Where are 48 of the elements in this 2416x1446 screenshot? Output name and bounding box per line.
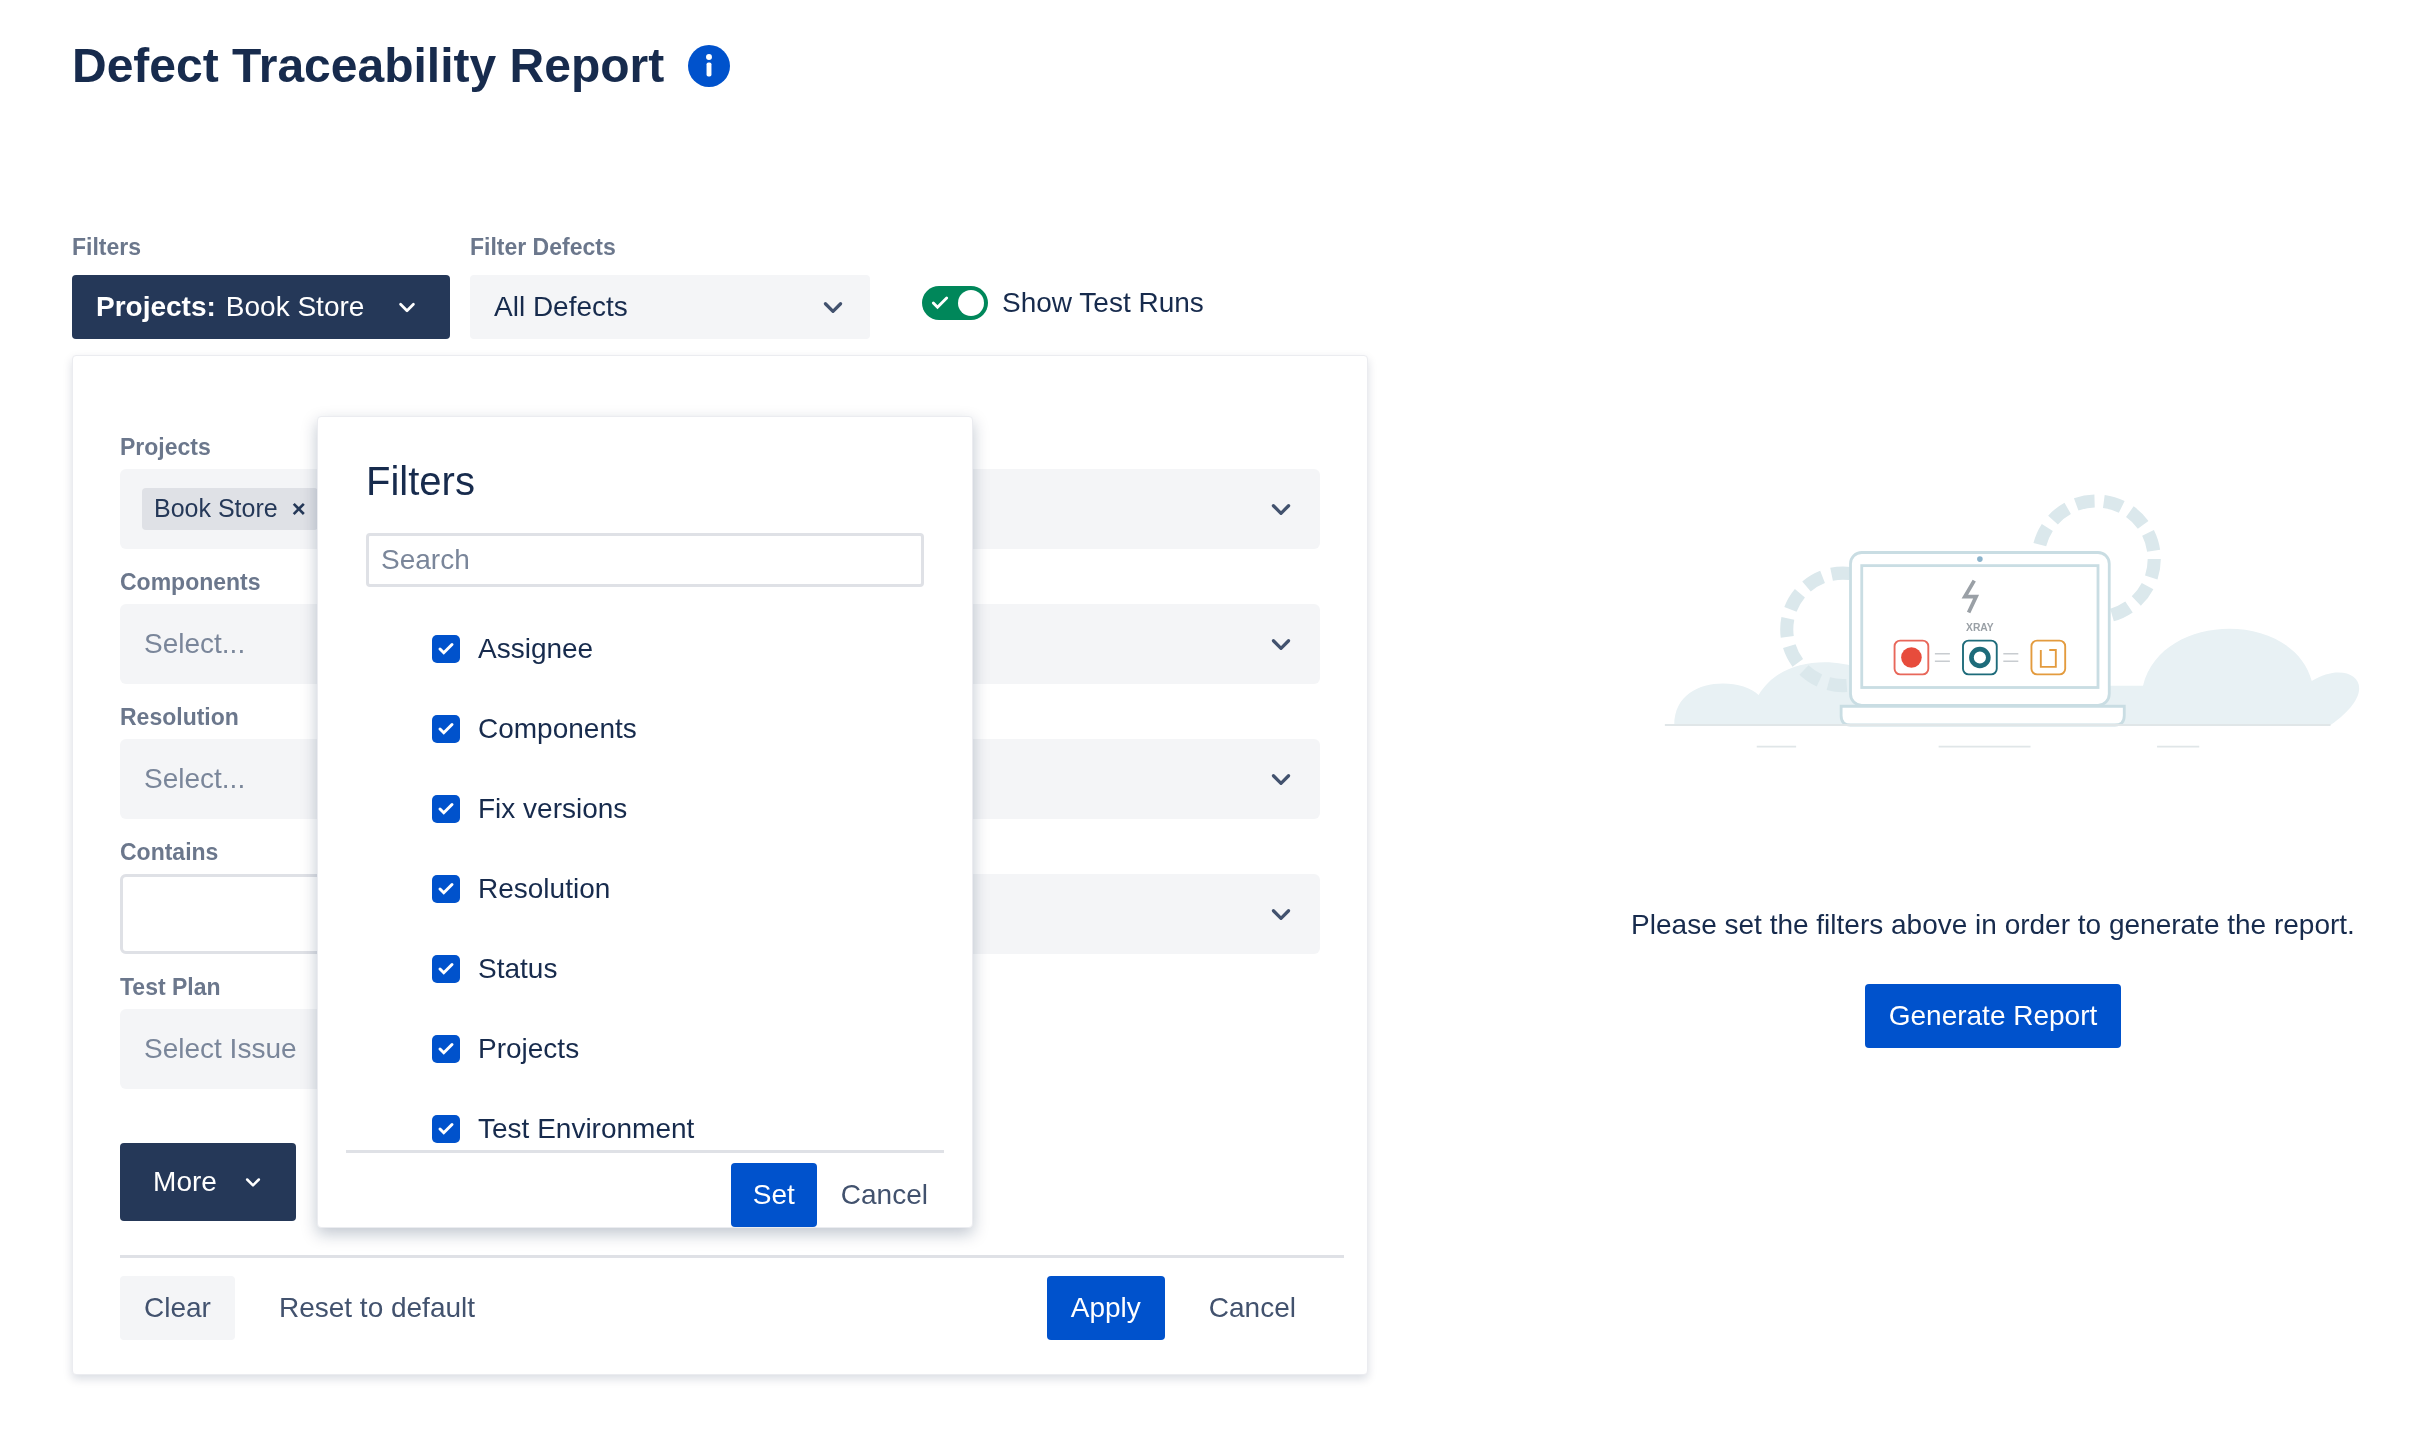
option-label: Status (478, 951, 558, 986)
checkbox[interactable] (432, 954, 460, 983)
select-placeholder: Select... (144, 626, 246, 661)
checkbox[interactable] (432, 634, 460, 663)
empty-state-message: Please set the filters above in order to generate the report. (1631, 908, 2355, 942)
checkbox[interactable] (432, 794, 460, 823)
checkbox[interactable] (432, 874, 460, 903)
more-button[interactable]: More (120, 1142, 296, 1221)
search-field[interactable]: Search (366, 532, 924, 587)
generate-report-button[interactable]: Generate Report (1864, 984, 2122, 1048)
dropdown-value: All Defects (494, 289, 628, 324)
filter-value: Book Store (225, 289, 365, 324)
option-label: Assignee (478, 631, 594, 666)
tag-remove-button[interactable]: × (291, 490, 306, 527)
clear-button[interactable]: Clear (120, 1275, 235, 1340)
filter-key: Projects: (96, 285, 216, 328)
popup-title: Filters (365, 457, 476, 505)
checkbox[interactable] (432, 1034, 460, 1063)
option-label: Fix versions (478, 791, 628, 826)
toggle-label: Show Test Runs (1002, 285, 1204, 320)
show-test-runs-toggle[interactable] (922, 285, 988, 320)
option-label: Projects (478, 1031, 580, 1066)
field-label: Components (120, 570, 261, 594)
filters-label: Filters (72, 233, 143, 262)
field-label: Resolution (120, 705, 239, 729)
page-title: Defect Traceability Report (72, 38, 665, 94)
toggle-knob (958, 289, 984, 316)
option-label: Resolution (478, 871, 611, 906)
cancel-button[interactable]: Cancel (1184, 1275, 1320, 1340)
select-placeholder: Select Issue (144, 1031, 297, 1066)
set-button[interactable]: Set (730, 1162, 817, 1227)
field-label: Contains (120, 840, 219, 864)
reset-to-default-link[interactable]: Reset to default (254, 1275, 500, 1340)
filter-defects-label: Filter Defects (470, 233, 617, 262)
checkbox[interactable] (432, 1114, 460, 1143)
checkbox[interactable] (432, 714, 460, 743)
field-label: Test Plan (120, 975, 221, 999)
option-label: Test Environment (478, 1111, 695, 1146)
tag-label: Book Store (154, 492, 278, 524)
field-label: Projects (120, 435, 211, 459)
apply-button[interactable]: Apply (1046, 1275, 1165, 1340)
popup-cancel-button[interactable]: Cancel (830, 1162, 938, 1227)
option-label: Components (478, 711, 637, 746)
select-placeholder: Select... (144, 761, 246, 796)
info-icon[interactable] (688, 45, 731, 87)
filters-dropdown-button[interactable]: Projects: Book Store (72, 274, 450, 339)
filter-defects-dropdown[interactable]: All Defects (470, 274, 870, 339)
logo-text: XRAY (1966, 622, 1994, 634)
